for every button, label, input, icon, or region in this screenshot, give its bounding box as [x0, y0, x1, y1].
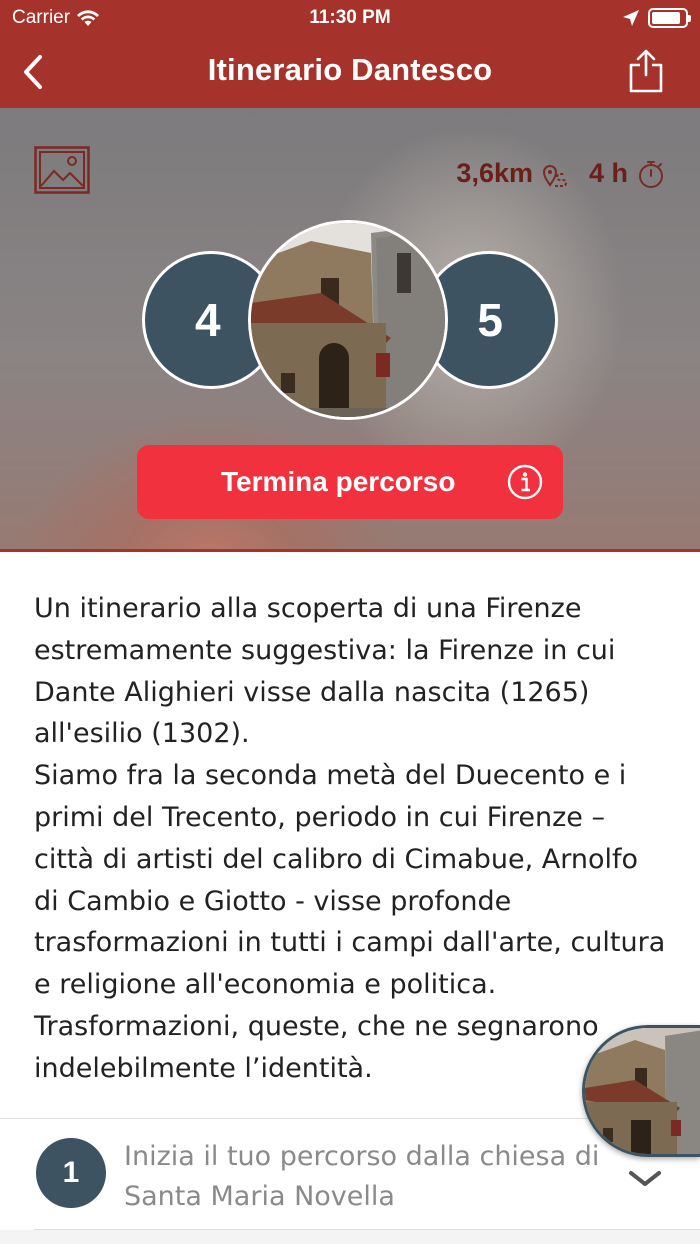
battery-icon [648, 8, 691, 28]
info-icon[interactable] [507, 464, 543, 500]
status-bar: Carrier 11:30 PM [0, 0, 700, 36]
share-icon[interactable] [628, 48, 664, 94]
duration-value: 4 h [588, 158, 628, 188]
image-icon[interactable] [34, 146, 90, 194]
top-bar: Carrier 11:30 PM Itinerario Dantesco [0, 0, 700, 108]
status-right [622, 8, 691, 28]
location-arrow-icon [623, 10, 639, 26]
next-stop-number: 5 [477, 294, 503, 346]
route-metrics: 3,6km 4 h [456, 158, 666, 189]
chevron-down-icon[interactable] [628, 1168, 662, 1190]
battery-fill [652, 12, 681, 24]
page-title: Itinerario Dantesco [207, 52, 493, 87]
status-time: 11:30 PM [309, 7, 391, 28]
step-text: Inizia il tuo percorso dalla chiesa di S… [124, 1141, 600, 1212]
step-number-badge: 1 [36, 1138, 106, 1208]
stopwatch-icon [639, 160, 663, 188]
end-route-label: Termina percorso [221, 466, 456, 497]
step-number: 1 [62, 1156, 80, 1189]
bottom-strip [0, 1230, 700, 1244]
building-thumbnail [585, 1028, 700, 1154]
building-photo [251, 223, 445, 417]
route-description: Un itinerario alla scoperta di una Firen… [34, 588, 674, 1090]
distance-value: 3,6km [456, 158, 533, 188]
previous-stop-number: 4 [195, 294, 221, 346]
end-route-button[interactable]: Termina percorso [137, 445, 563, 519]
hero-section: 3,6km 4 h 4 5 Termina percorso [0, 108, 700, 552]
route-icon [542, 164, 567, 187]
current-stop-photo[interactable] [248, 220, 448, 420]
hero-divider [0, 549, 700, 552]
description-text: Un itinerario alla scoperta di una Firen… [34, 593, 666, 1084]
